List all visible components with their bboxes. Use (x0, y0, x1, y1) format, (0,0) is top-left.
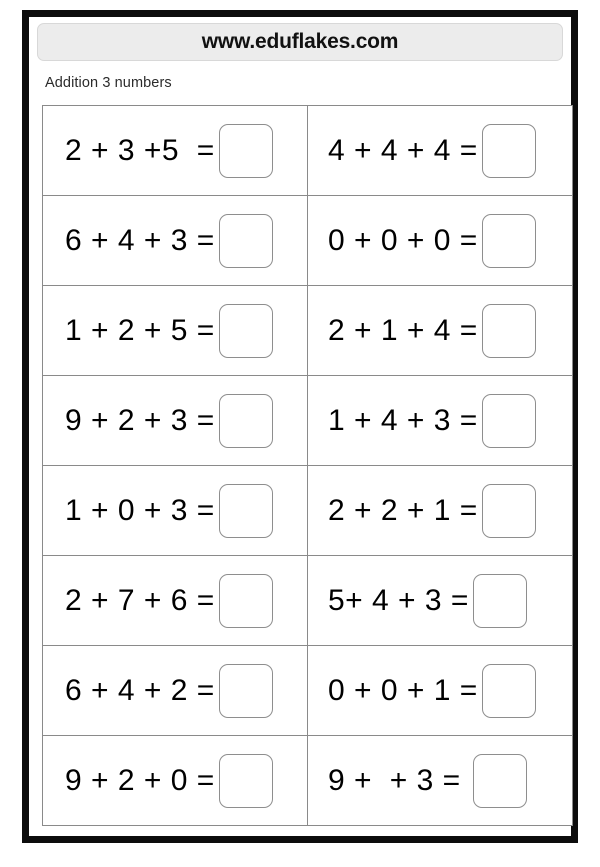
problem-8: 1 + 4 + 3 = (308, 376, 572, 465)
answer-input-5[interactable] (218, 303, 273, 358)
problem-9: 1 + 0 + 3 = (43, 466, 307, 555)
problem-cell-11: 2 + 7 + 6 = (42, 555, 308, 646)
problem-2: 4 + 4 + 4 = (308, 106, 572, 195)
problem-1: 2 + 3 +5 = (43, 106, 307, 195)
table-row: 1 + 0 + 3 = 2 + 2 + 1 = (42, 465, 573, 556)
answer-input-12[interactable] (472, 573, 527, 628)
answer-input-14[interactable] (481, 663, 536, 718)
problem-expression: 5+ 4 + 3 = (328, 583, 469, 617)
answer-input-7[interactable] (218, 393, 273, 448)
answer-input-4[interactable] (481, 213, 536, 268)
problem-expression: 4 + 4 + 4 = (328, 133, 478, 167)
problem-expression: 1 + 2 + 5 = (65, 313, 215, 347)
problem-4: 0 + 0 + 0 = (308, 196, 572, 285)
table-row: 6 + 4 + 3 = 0 + 0 + 0 = (42, 195, 573, 286)
table-row: 9 + 2 + 3 = 1 + 4 + 3 = (42, 375, 573, 466)
problem-cell-16: 9 + + 3 = (307, 735, 573, 826)
problem-14: 0 + 0 + 1 = (308, 646, 572, 735)
problem-cell-6: 2 + 1 + 4 = (307, 285, 573, 376)
answer-input-16[interactable] (472, 753, 527, 808)
problem-expression: 9 + 2 + 3 = (65, 403, 215, 437)
problem-cell-10: 2 + 2 + 1 = (307, 465, 573, 556)
problem-cell-3: 6 + 4 + 3 = (42, 195, 308, 286)
problem-expression: 2 + 3 +5 = (65, 133, 215, 167)
page-frame: www.eduflakes.com Addition 3 numbers 2 +… (22, 10, 578, 843)
problem-10: 2 + 2 + 1 = (308, 466, 572, 555)
answer-input-10[interactable] (481, 483, 536, 538)
problem-3: 6 + 4 + 3 = (43, 196, 307, 285)
answer-input-11[interactable] (218, 573, 273, 628)
problem-expression: 9 + + 3 = (328, 763, 461, 797)
answer-input-15[interactable] (218, 753, 273, 808)
problem-expression: 0 + 0 + 0 = (328, 223, 478, 257)
problems-table: 2 + 3 +5 = 4 + 4 + 4 = 6 + 4 + 3 = 0 + 0… (42, 105, 573, 826)
problem-expression: 9 + 2 + 0 = (65, 763, 215, 797)
problem-11: 2 + 7 + 6 = (43, 556, 307, 645)
site-title: www.eduflakes.com (201, 30, 399, 53)
worksheet-page: www.eduflakes.com Addition 3 numbers 2 +… (0, 0, 600, 867)
problem-cell-9: 1 + 0 + 3 = (42, 465, 308, 556)
problem-cell-12: 5+ 4 + 3 = (307, 555, 573, 646)
problem-expression: 2 + 2 + 1 = (328, 493, 478, 527)
problem-expression: 2 + 1 + 4 = (328, 313, 478, 347)
problem-cell-14: 0 + 0 + 1 = (307, 645, 573, 736)
problem-cell-7: 9 + 2 + 3 = (42, 375, 308, 466)
table-row: 6 + 4 + 2 = 0 + 0 + 1 = (42, 645, 573, 736)
answer-input-6[interactable] (481, 303, 536, 358)
problem-expression: 0 + 0 + 1 = (328, 673, 478, 707)
problem-expression: 6 + 4 + 2 = (65, 673, 215, 707)
problem-cell-2: 4 + 4 + 4 = (307, 105, 573, 196)
problem-expression: 6 + 4 + 3 = (65, 223, 215, 257)
answer-input-8[interactable] (481, 393, 536, 448)
table-row: 2 + 3 +5 = 4 + 4 + 4 = (42, 105, 573, 196)
problem-12: 5+ 4 + 3 = (308, 556, 572, 645)
problem-expression: 1 + 4 + 3 = (328, 403, 478, 437)
problem-13: 6 + 4 + 2 = (43, 646, 307, 735)
problem-6: 2 + 1 + 4 = (308, 286, 572, 375)
answer-input-13[interactable] (218, 663, 273, 718)
problem-expression: 2 + 7 + 6 = (65, 583, 215, 617)
problems-table-body: 2 + 3 +5 = 4 + 4 + 4 = 6 + 4 + 3 = 0 + 0… (42, 105, 573, 826)
problem-7: 9 + 2 + 3 = (43, 376, 307, 465)
table-row: 2 + 7 + 6 = 5+ 4 + 3 = (42, 555, 573, 646)
answer-input-1[interactable] (218, 123, 273, 178)
problem-cell-15: 9 + 2 + 0 = (42, 735, 308, 826)
site-banner: www.eduflakes.com (37, 23, 563, 61)
table-row: 1 + 2 + 5 = 2 + 1 + 4 = (42, 285, 573, 376)
problem-cell-13: 6 + 4 + 2 = (42, 645, 308, 736)
problem-15: 9 + 2 + 0 = (43, 736, 307, 825)
problem-cell-4: 0 + 0 + 0 = (307, 195, 573, 286)
page-content: www.eduflakes.com Addition 3 numbers 2 +… (29, 17, 573, 836)
answer-input-2[interactable] (481, 123, 536, 178)
answer-input-3[interactable] (218, 213, 273, 268)
problem-cell-1: 2 + 3 +5 = (42, 105, 308, 196)
table-row: 9 + 2 + 0 = 9 + + 3 = (42, 735, 573, 826)
problem-cell-5: 1 + 2 + 5 = (42, 285, 308, 376)
problem-16: 9 + + 3 = (308, 736, 572, 825)
worksheet-subtitle: Addition 3 numbers (45, 75, 172, 91)
answer-input-9[interactable] (218, 483, 273, 538)
problem-cell-8: 1 + 4 + 3 = (307, 375, 573, 466)
problem-expression: 1 + 0 + 3 = (65, 493, 215, 527)
problem-5: 1 + 2 + 5 = (43, 286, 307, 375)
